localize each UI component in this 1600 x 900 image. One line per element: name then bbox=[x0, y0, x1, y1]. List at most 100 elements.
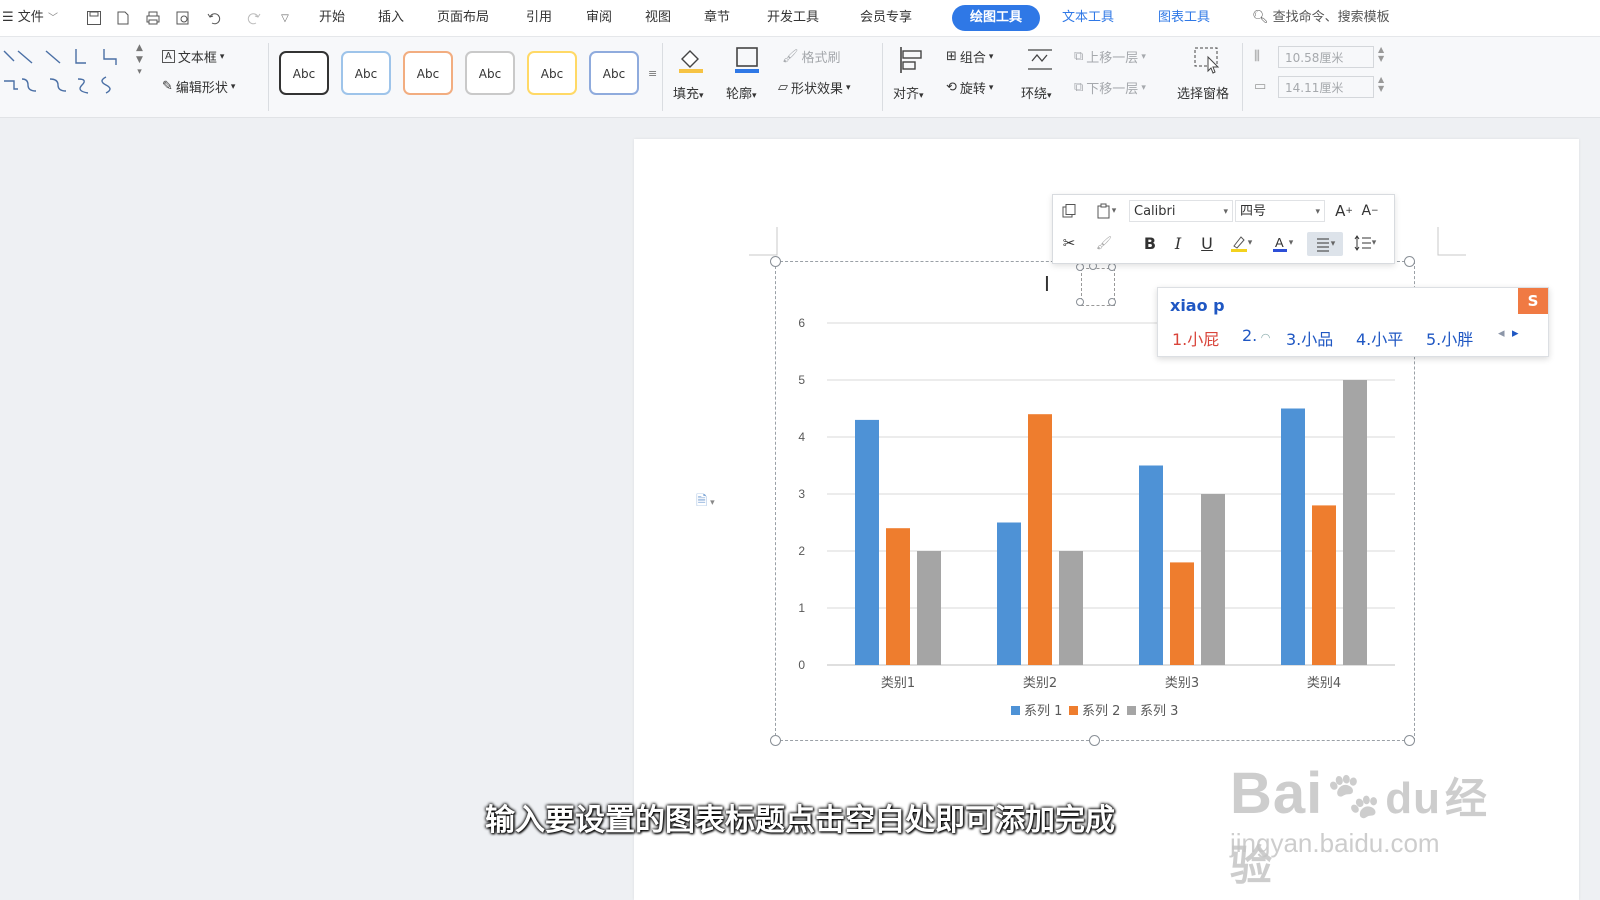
shape-effects-button[interactable]: ▱ 形状效果 ▾ bbox=[778, 78, 851, 97]
tab-page-layout[interactable]: 页面布局 bbox=[437, 6, 489, 30]
group-button[interactable]: ⊞ 组合 ▾ bbox=[946, 47, 993, 66]
tab-review[interactable]: 审阅 bbox=[586, 6, 612, 30]
format-painter-icon: 🖌︎ bbox=[782, 49, 799, 64]
command-search[interactable]: 🔍︎ 查找命令、搜索模板 bbox=[1252, 6, 1390, 30]
increase-font-icon[interactable]: A + bbox=[1333, 200, 1355, 222]
export-icon[interactable] bbox=[112, 7, 134, 29]
bring-forward-button[interactable]: ⧉ 上移一层 ▾ bbox=[1074, 47, 1146, 66]
send-backward-button[interactable]: ⧉ 下移一层 ▾ bbox=[1074, 78, 1146, 97]
resize-handle-top-right[interactable] bbox=[1404, 256, 1415, 267]
ime-prev-page-icon[interactable]: ◂ bbox=[1498, 326, 1505, 341]
tab-chart-tools[interactable]: 图表工具 bbox=[1158, 6, 1210, 30]
width-input[interactable]: 14.11厘米 bbox=[1278, 76, 1374, 98]
print-preview-icon[interactable] bbox=[172, 7, 194, 29]
cut-icon[interactable]: ✂ bbox=[1058, 232, 1080, 254]
textbox-button[interactable]: A 文本框 ▾ bbox=[162, 47, 224, 66]
title-handle[interactable] bbox=[1108, 298, 1116, 306]
chevron-down-icon: ▾ bbox=[1223, 207, 1228, 217]
title-handle[interactable] bbox=[1108, 263, 1116, 271]
outline-button[interactable]: 轮廓▾ bbox=[726, 83, 757, 102]
wrap-button[interactable]: 环绕▾ bbox=[1021, 83, 1052, 102]
floating-format-toolbar: ▾ Calibri ▾ 四号 ▾ A + A − ✂ 🖌︎ B I U ▾ A ▾ ▾… bbox=[1052, 194, 1395, 264]
highlight-icon[interactable]: ▾ bbox=[1225, 232, 1257, 254]
height-stepper[interactable]: ▲ ▼ bbox=[1378, 45, 1384, 63]
gallery-scroll[interactable]: ▲ ▼ ▾ bbox=[136, 43, 143, 77]
width-stepper[interactable]: ▲ ▼ bbox=[1378, 75, 1384, 93]
align-button[interactable]: 对齐▾ bbox=[893, 83, 924, 102]
fill-button[interactable]: 填充▾ bbox=[673, 83, 704, 102]
print-icon[interactable] bbox=[142, 7, 164, 29]
line-spacing-icon[interactable]: ▾ bbox=[1347, 232, 1383, 254]
title-handle[interactable] bbox=[1076, 298, 1084, 306]
align-text-icon[interactable]: ▾ bbox=[1307, 232, 1343, 256]
tab-developer[interactable]: 开发工具 bbox=[767, 6, 819, 30]
resize-handle-bottom-left[interactable] bbox=[770, 735, 781, 746]
ime-candidate-3[interactable]: 3.小品 bbox=[1286, 326, 1333, 350]
ime-next-page-icon[interactable]: ▸ bbox=[1512, 326, 1519, 341]
width-icon: ▭ bbox=[1254, 79, 1267, 94]
tab-view[interactable]: 视图 bbox=[645, 6, 671, 30]
edit-shape-button[interactable]: ✎ 编辑形状 ▾ bbox=[162, 77, 235, 96]
chevron-down-icon: ▾ bbox=[230, 81, 236, 92]
wrap-icon[interactable] bbox=[1025, 45, 1055, 75]
redo-icon[interactable] bbox=[243, 7, 265, 29]
selection-pane-button[interactable]: 选择窗格 bbox=[1177, 83, 1229, 102]
stepper-up-icon: ▲ bbox=[1378, 45, 1385, 54]
tab-home[interactable]: 开始 bbox=[319, 6, 345, 30]
shape-style-6[interactable]: Abc bbox=[589, 51, 639, 95]
undo-icon[interactable] bbox=[203, 7, 225, 29]
outline-icon[interactable] bbox=[732, 45, 762, 75]
underline-icon[interactable]: U bbox=[1196, 232, 1218, 254]
chevron-down-icon: ▾ bbox=[1141, 82, 1146, 93]
shape-style-2[interactable]: Abc bbox=[341, 51, 391, 95]
font-size-select[interactable]: 四号 ▾ bbox=[1235, 200, 1325, 222]
align-icon[interactable] bbox=[897, 45, 927, 75]
tab-member[interactable]: 会员专享 bbox=[860, 6, 912, 30]
format-painter-icon[interactable]: 🖌︎ bbox=[1093, 232, 1115, 254]
height-input[interactable]: 10.58厘米 bbox=[1278, 46, 1374, 68]
save-icon[interactable] bbox=[83, 7, 105, 29]
font-color-icon[interactable]: A ▾ bbox=[1265, 232, 1299, 254]
copy-icon[interactable] bbox=[1058, 200, 1080, 222]
line-shapes-gallery[interactable] bbox=[0, 45, 130, 105]
italic-icon[interactable]: I bbox=[1167, 232, 1189, 254]
decrease-font-icon[interactable]: A − bbox=[1359, 200, 1381, 222]
rotate-button[interactable]: ⟲ 旋转 ▾ bbox=[946, 78, 993, 97]
style-gallery-more-icon[interactable]: ≡ bbox=[648, 67, 657, 80]
ribbon: ▲ ▼ ▾ A 文本框 ▾ ✎ 编辑形状 ▾ Abc Abc Abc Abc Abc… bbox=[0, 37, 1600, 118]
crop-mark bbox=[1437, 227, 1466, 256]
ribbon-divider bbox=[882, 43, 883, 111]
align-label: 对齐 bbox=[893, 87, 920, 102]
resize-handle-bottom-middle[interactable] bbox=[1089, 735, 1100, 746]
layout-options-icon[interactable]: 🗎︎ ▾ bbox=[696, 490, 715, 514]
tab-references[interactable]: 引用 bbox=[526, 6, 552, 30]
shape-style-4[interactable]: Abc bbox=[465, 51, 515, 95]
resize-handle-top-left[interactable] bbox=[770, 256, 781, 267]
ime-candidate-2-label: 2. bbox=[1242, 326, 1258, 345]
chevron-down-icon: ▾ bbox=[219, 51, 225, 62]
customize-chevron-icon[interactable]: ▽ bbox=[274, 7, 296, 29]
bold-icon[interactable]: B bbox=[1139, 232, 1161, 254]
tab-insert[interactable]: 插入 bbox=[378, 6, 404, 30]
ime-candidate-4[interactable]: 4.小平 bbox=[1356, 326, 1403, 350]
shape-style-5[interactable]: Abc bbox=[527, 51, 577, 95]
paste-icon[interactable]: ▾ bbox=[1089, 200, 1123, 222]
more-icon: ▾ bbox=[137, 67, 142, 77]
ime-candidate-2[interactable]: 2. ◠ bbox=[1242, 326, 1270, 345]
tab-drawing-tools[interactable]: 绘图工具 bbox=[952, 5, 1040, 31]
format-painter-button[interactable]: 🖌︎ 格式刷 bbox=[782, 47, 841, 66]
file-menu[interactable]: ☰ 文件 ﹀ bbox=[2, 6, 58, 30]
fill-icon[interactable] bbox=[676, 45, 706, 75]
tab-chapter[interactable]: 章节 bbox=[704, 6, 730, 30]
chevron-down-icon: ▾ bbox=[988, 51, 994, 62]
tab-text-tools[interactable]: 文本工具 bbox=[1062, 6, 1114, 30]
ime-candidate-1[interactable]: 1.小屁 bbox=[1172, 326, 1219, 350]
ime-candidate-5[interactable]: 5.小胖 bbox=[1426, 326, 1473, 350]
font-name-select[interactable]: Calibri ▾ bbox=[1129, 200, 1233, 222]
shape-style-1[interactable]: Abc bbox=[279, 51, 329, 95]
outline-label: 轮廓 bbox=[726, 87, 753, 102]
title-handle[interactable] bbox=[1076, 263, 1084, 271]
selection-pane-icon[interactable] bbox=[1192, 45, 1224, 75]
stepper-down-icon: ▼ bbox=[1378, 54, 1385, 63]
shape-style-3[interactable]: Abc bbox=[403, 51, 453, 95]
